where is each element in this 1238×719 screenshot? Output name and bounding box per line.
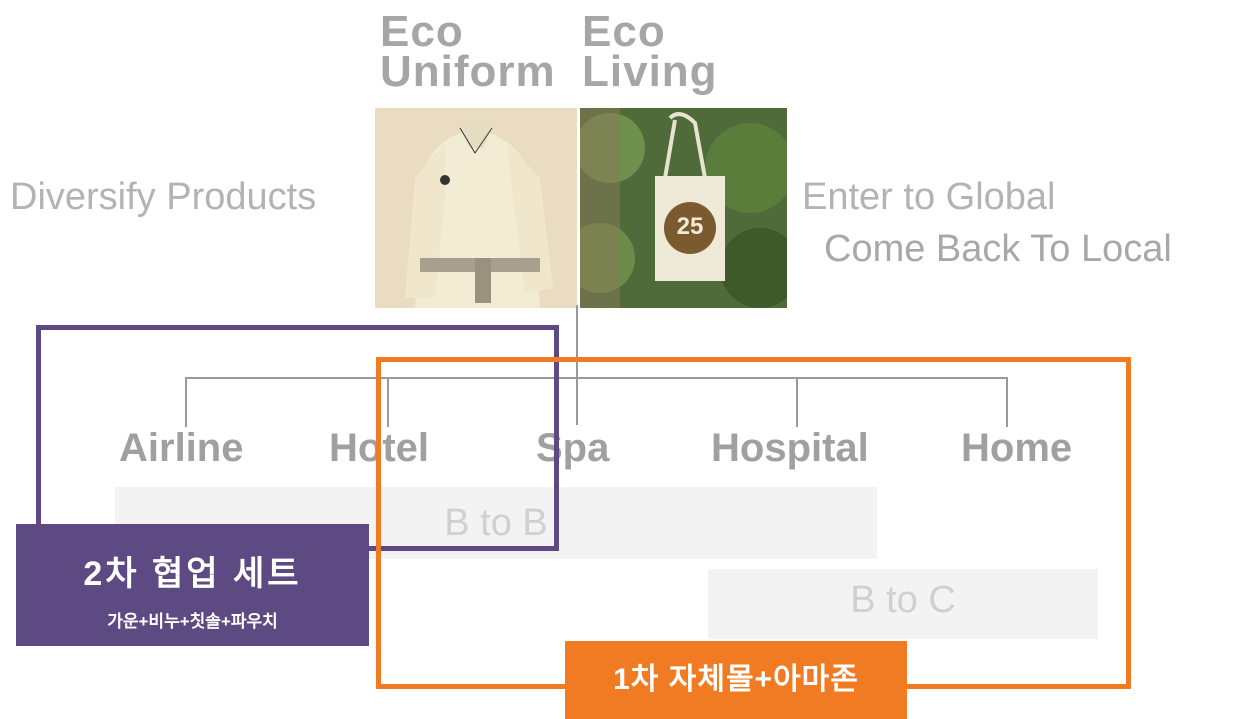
eco-uniform-line1: Eco xyxy=(380,7,464,56)
orange-outline-box xyxy=(376,357,1131,689)
strategy-come-back-local: Come Back To Local xyxy=(824,228,1172,270)
eco-uniform-line2: Uniform xyxy=(380,47,556,96)
tote-bag-photo: 25 xyxy=(580,108,787,308)
tote-bag-number: 25 xyxy=(676,213,704,240)
eco-uniform-title: Eco Uniform xyxy=(380,7,556,96)
eco-living-line2: Living xyxy=(582,47,718,96)
strategy-diversify-products: Diversify Products xyxy=(10,176,317,218)
orange-label-title: 1차 자체몰+아마존 xyxy=(613,663,859,696)
uniform-photo xyxy=(375,108,577,308)
orange-label-box: 1차 자체몰+아마존 xyxy=(565,641,907,719)
eco-living-line1: Eco xyxy=(582,7,666,56)
purple-label-subtitle: 가운+비누+칫솔+파우치 xyxy=(107,612,278,631)
purple-label-title: 2차 협업 세트 xyxy=(83,555,302,593)
purple-label-box: 2차 협업 세트 가운+비누+칫솔+파우치 xyxy=(16,524,369,646)
eco-living-title: Eco Living xyxy=(582,7,718,96)
strategy-enter-global: Enter to Global xyxy=(802,176,1056,218)
